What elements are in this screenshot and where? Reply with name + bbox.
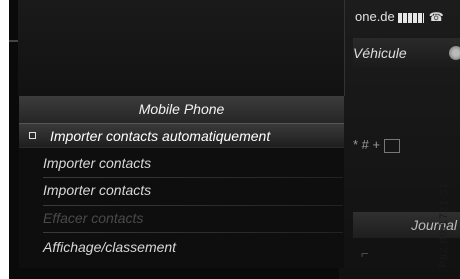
status-bar: one.de ☎ — [355, 6, 460, 28]
menu-item-label: Importer contacts automatiquement — [50, 128, 271, 144]
menu-item-auto-import[interactable]: Importer contacts automatiquement — [19, 123, 344, 148]
keypad-keys: * # + — [353, 137, 381, 152]
menu-item-import-contacts-2[interactable]: Importer contacts — [19, 178, 344, 203]
menu-item-delete-contacts: Effacer contacts — [19, 206, 344, 231]
menu-item-label: Importer contacts — [43, 155, 152, 171]
decorative-glyph: ⌐ — [361, 246, 369, 261]
menu-item-display-sort[interactable]: Affichage/classement — [19, 235, 344, 260]
mobile-phone-menu: Mobile Phone Importer contacts automatiq… — [19, 96, 344, 268]
menu-title: Mobile Phone — [19, 96, 344, 123]
category-label: Véhicule — [353, 45, 407, 61]
checkbox-icon[interactable] — [29, 132, 36, 139]
journal-label: Journal — [411, 217, 457, 233]
keypad-row: * # + — [353, 132, 460, 158]
globe-icon — [449, 46, 460, 60]
phone-icon: ☎ — [428, 10, 444, 24]
backspace-icon — [384, 138, 401, 153]
menu-item-import-contacts-1[interactable]: Importer contacts — [19, 151, 344, 176]
menu-item-label: Importer contacts — [43, 182, 152, 198]
category-vehicule[interactable]: Véhicule — [353, 38, 460, 68]
menu-item-label: Effacer contacts — [43, 210, 144, 226]
menu-item-label: Affichage/classement — [43, 239, 177, 255]
carrier-name: one.de — [355, 9, 395, 24]
figure-reference: P82.89-1721-31 — [438, 182, 450, 268]
top-panel — [18, 0, 345, 96]
separator — [43, 232, 343, 233]
signal-bars-icon — [397, 12, 424, 23]
